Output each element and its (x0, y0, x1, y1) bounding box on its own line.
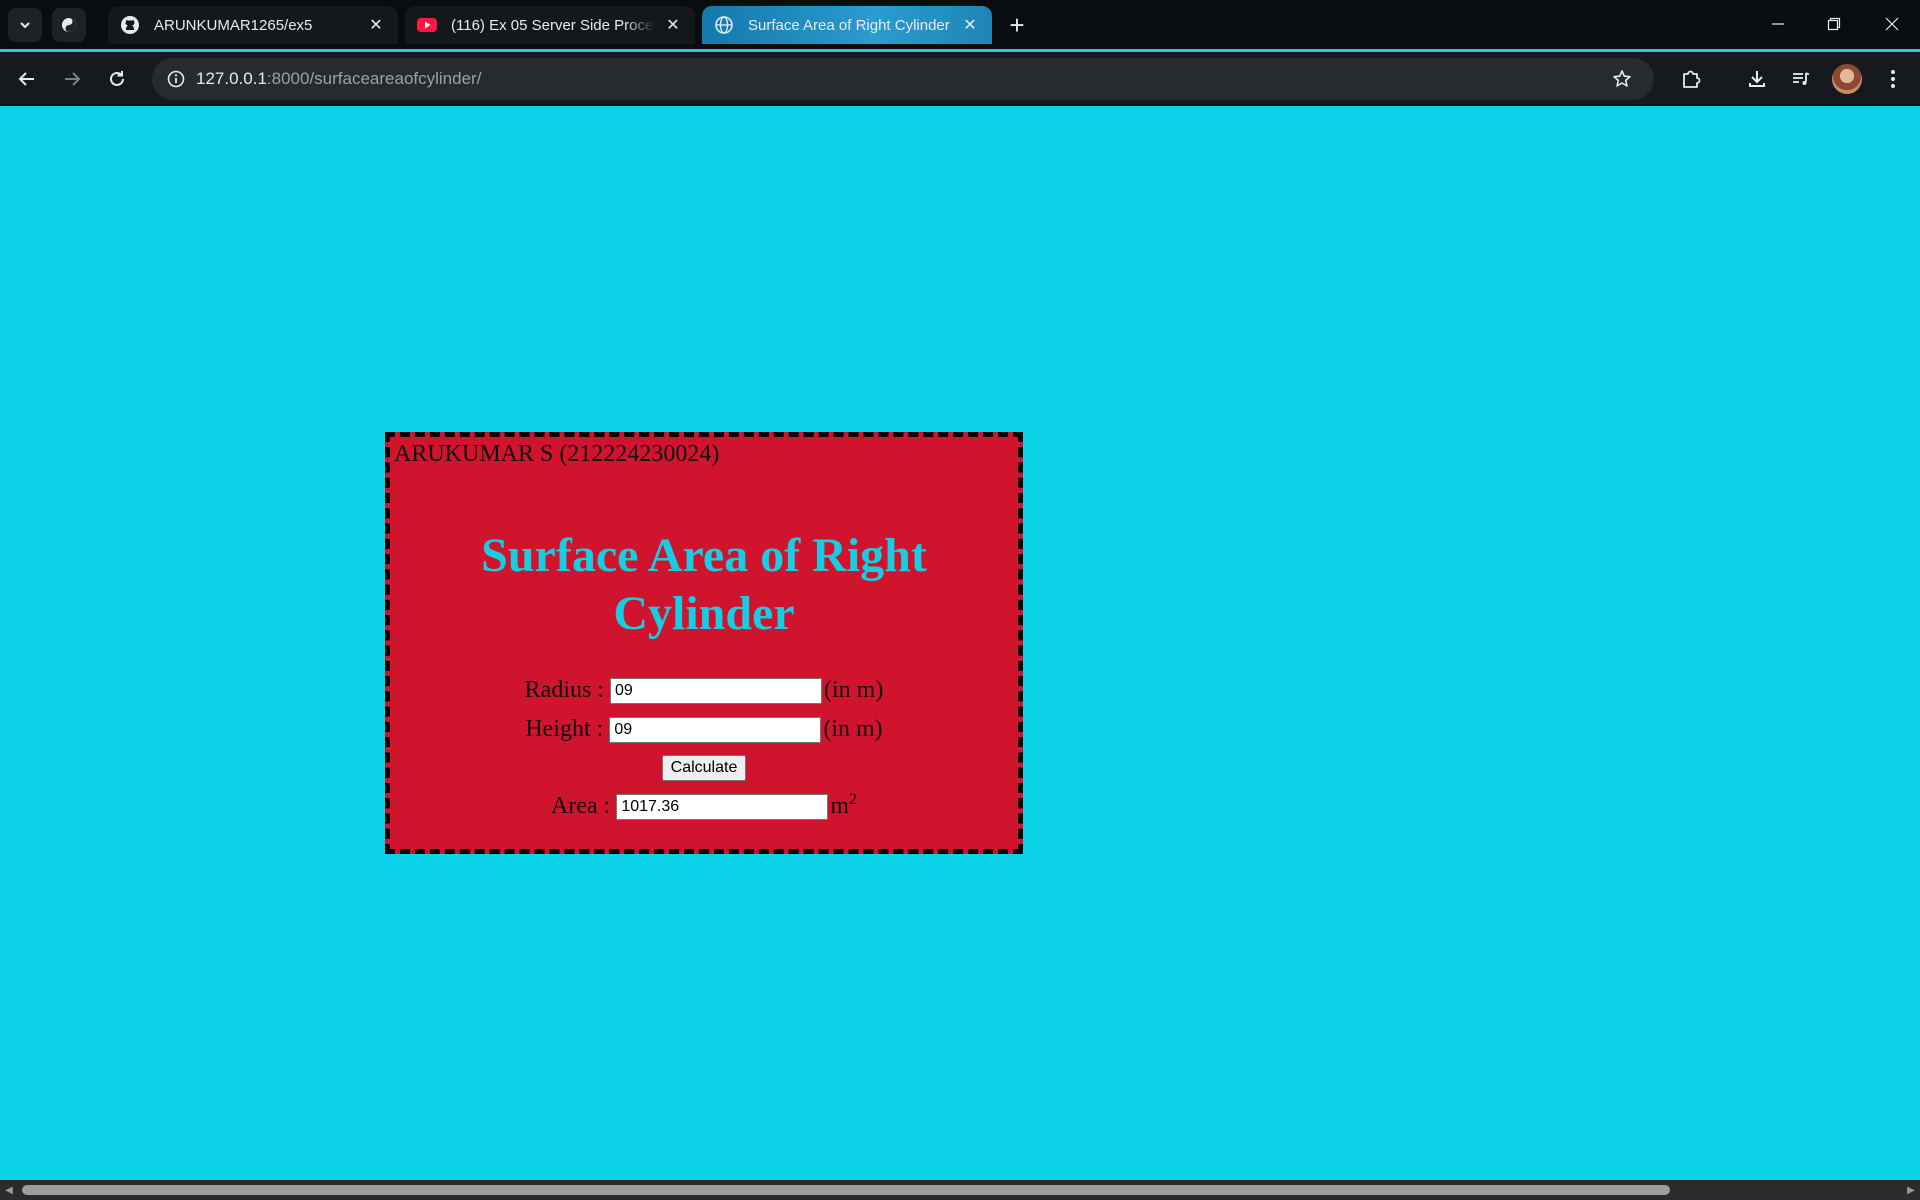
tab-strip: ARUNKUMAR1265/ex5 ✕ (116) Ex 05 Server S… (0, 0, 1920, 52)
youtube-icon (417, 15, 437, 35)
scroll-right-icon[interactable]: ▶ (1904, 1184, 1918, 1196)
extensions-button[interactable] (1674, 62, 1708, 96)
page-title: Surface Area of Right Cylinder (481, 529, 927, 640)
tab-youtube[interactable]: (116) Ex 05 Server Side Processing ✕ (405, 6, 695, 44)
media-controls-button[interactable] (1784, 62, 1818, 96)
site-info-icon[interactable] (162, 65, 190, 93)
url-text: 127.0.0.1:8000/surfaceareaofcylinder/ (196, 69, 481, 89)
minimize-button[interactable] (1750, 0, 1806, 48)
close-icon (1885, 17, 1899, 31)
tab-github[interactable]: ARUNKUMAR1265/ex5 ✕ (108, 6, 398, 44)
reload-button[interactable] (100, 62, 134, 96)
browser-toolbar: 127.0.0.1:8000/surfaceareaofcylinder/ (0, 52, 1920, 106)
close-icon[interactable]: ✕ (960, 15, 980, 35)
github-icon (120, 15, 140, 35)
scroll-left-icon[interactable]: ◀ (2, 1184, 16, 1196)
more-vert-icon (1891, 70, 1895, 88)
close-icon[interactable]: ✕ (366, 15, 386, 35)
globe-icon (714, 15, 734, 35)
restore-icon (1827, 17, 1841, 31)
calculator-card: ARUKUMAR S (212224230024) Surface Area o… (385, 432, 1023, 854)
height-input[interactable] (609, 716, 822, 743)
chevron-down-icon (20, 22, 30, 29)
calculate-row: Calculate (390, 755, 1018, 781)
reload-icon (110, 71, 124, 86)
area-row: Area : m2 (390, 791, 1018, 820)
window-close-button[interactable] (1864, 0, 1920, 48)
tab-title: (116) Ex 05 Server Side Processing (451, 16, 655, 34)
menu-button[interactable] (1876, 62, 1910, 96)
area-unit-exponent: 2 (848, 791, 857, 808)
radius-label: Radius : (524, 677, 604, 703)
radius-row: Radius : (in m) (390, 677, 1018, 704)
author-text: ARUKUMAR S (212224230024) (394, 441, 720, 467)
area-unit-base: m (830, 793, 849, 819)
url-host: 127.0.0.1 (196, 69, 267, 88)
puzzle-icon (1683, 70, 1701, 88)
profile-avatar[interactable] (1832, 64, 1862, 94)
height-row: Height : (in m) (390, 716, 1018, 743)
arrow-left-icon (18, 72, 34, 86)
tab-search-button[interactable] (8, 8, 42, 42)
area-unit: m2 (830, 791, 857, 820)
yin-yang-icon (62, 18, 76, 32)
height-label: Height : (525, 716, 604, 742)
playlist-music-icon (1793, 72, 1810, 85)
new-tab-button[interactable]: + (1000, 8, 1034, 42)
forward-button[interactable] (55, 62, 89, 96)
area-label: Area : (551, 793, 611, 819)
download-icon (1749, 71, 1765, 87)
area-output[interactable] (616, 793, 829, 820)
close-icon[interactable]: ✕ (663, 15, 683, 35)
address-bar[interactable]: 127.0.0.1:8000/surfaceareaofcylinder/ (152, 58, 1654, 100)
pinned-tab[interactable] (52, 8, 86, 42)
arrow-right-icon (65, 72, 81, 86)
toolbar-divider (0, 104, 1920, 106)
height-unit: (in m) (823, 716, 883, 742)
minimize-icon (1772, 23, 1784, 25)
back-button[interactable] (10, 62, 44, 96)
radius-input[interactable] (610, 677, 822, 704)
radius-unit: (in m) (824, 677, 884, 703)
tab-title: ARUNKUMAR1265/ex5 (154, 16, 313, 34)
restore-button[interactable] (1806, 0, 1862, 48)
url-path: :8000/surfaceareaofcylinder/ (266, 69, 482, 88)
horizontal-scrollbar[interactable]: ◀ ▶ (0, 1180, 1920, 1200)
calculate-button[interactable]: Calculate (661, 755, 747, 781)
tab-title: Surface Area of Right Cylinder (748, 16, 950, 34)
scrollbar-thumb[interactable] (22, 1185, 1670, 1195)
downloads-button[interactable] (1740, 62, 1774, 96)
bookmark-star-icon[interactable] (1608, 65, 1636, 93)
plus-icon: + (1009, 9, 1025, 40)
tab-surface-area[interactable]: Surface Area of Right Cylinder ✕ (702, 6, 992, 44)
